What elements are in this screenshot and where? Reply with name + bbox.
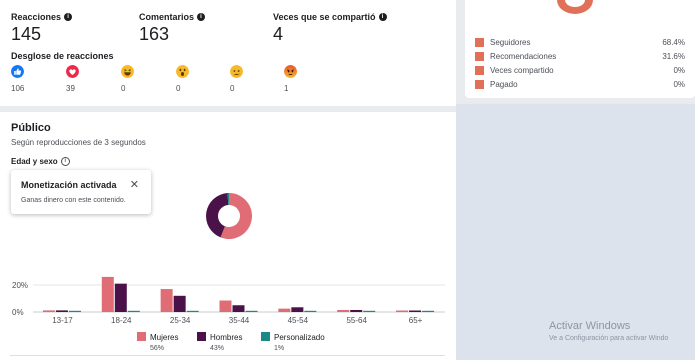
- bar-mujeres: [160, 289, 173, 312]
- x-tick-label: 55-64: [346, 316, 367, 325]
- legend-swatch: [475, 66, 484, 75]
- bar-mujeres: [101, 276, 114, 312]
- bar-hombres: [114, 283, 127, 312]
- bar-hombres: [232, 305, 245, 312]
- legend-percent: 43%: [210, 345, 224, 352]
- bar-personalizado: [68, 310, 81, 312]
- x-tick-label: 35-44: [229, 316, 250, 325]
- y-axis-labels: 20% 0%: [12, 281, 28, 317]
- bar-hombres: [350, 309, 363, 312]
- bar-hombres: [173, 295, 186, 312]
- gender-donut: [205, 193, 253, 239]
- distribution-donut-partial: [557, 0, 593, 14]
- bar-personalizado: [245, 310, 258, 312]
- legend-swatch: [475, 52, 484, 61]
- watermark-title: Activar Windows: [549, 320, 631, 332]
- distribution-row: Pagado 0%: [475, 80, 685, 89]
- distribution-row: Seguidores 68.4%: [475, 38, 685, 47]
- x-tick-label: 45-54: [288, 316, 309, 325]
- divider: [10, 355, 445, 356]
- legend-swatch: [475, 80, 484, 89]
- bar-mujeres: [396, 310, 409, 312]
- bar-hombres: [291, 307, 304, 312]
- bar-personalizado: [304, 310, 317, 312]
- legend-percent: 56%: [150, 345, 164, 352]
- tooltip-title: Monetización activada: [21, 180, 117, 190]
- bar-personalizado: [127, 310, 140, 312]
- bar-hombres: [409, 310, 422, 312]
- y-tick-label: 20%: [12, 281, 28, 290]
- bar-mujeres: [337, 309, 350, 312]
- watermark-body: Ve a Configuración para activar Windo: [549, 335, 669, 342]
- legend-swatch: [137, 332, 146, 341]
- legend-percent: 1%: [274, 345, 284, 352]
- legend-swatch: [197, 332, 206, 341]
- chart-legend: Mujeres 56% Hombres 43% Personalizado 1%: [137, 332, 325, 352]
- bar-personalizado: [186, 310, 199, 312]
- bar-personalizado: [363, 310, 376, 312]
- close-icon[interactable]: ✕: [130, 178, 139, 191]
- chart-bars: [42, 276, 435, 312]
- legend-label: Personalizado: [274, 333, 325, 342]
- bar-personalizado: [422, 310, 435, 312]
- legend-swatch: [475, 38, 484, 47]
- x-tick-label: 18-24: [111, 316, 132, 325]
- tooltip-body: Ganas dinero con este contenido.: [21, 197, 126, 204]
- distribution-row: Veces compartido 0%: [475, 66, 685, 75]
- distribution-row: Recomendaciones 31.6%: [475, 52, 685, 61]
- x-tick-label: 13-17: [52, 316, 73, 325]
- legend-swatch: [261, 332, 270, 341]
- bar-mujeres: [42, 310, 55, 312]
- monetization-tooltip: Monetización activada ✕ Ganas dinero con…: [11, 170, 151, 214]
- bar-mujeres: [278, 308, 291, 312]
- y-tick-label: 0%: [12, 308, 24, 317]
- x-tick-label: 25-34: [170, 316, 191, 325]
- bar-hombres: [55, 310, 68, 312]
- bar-mujeres: [219, 300, 232, 312]
- legend-label: Hombres: [210, 333, 242, 342]
- legend-label: Mujeres: [150, 333, 178, 342]
- x-axis-labels: 13-17 18-24 25-34 35-44 45-54 55-64 65+: [52, 316, 422, 325]
- x-tick-label: 65+: [409, 316, 423, 325]
